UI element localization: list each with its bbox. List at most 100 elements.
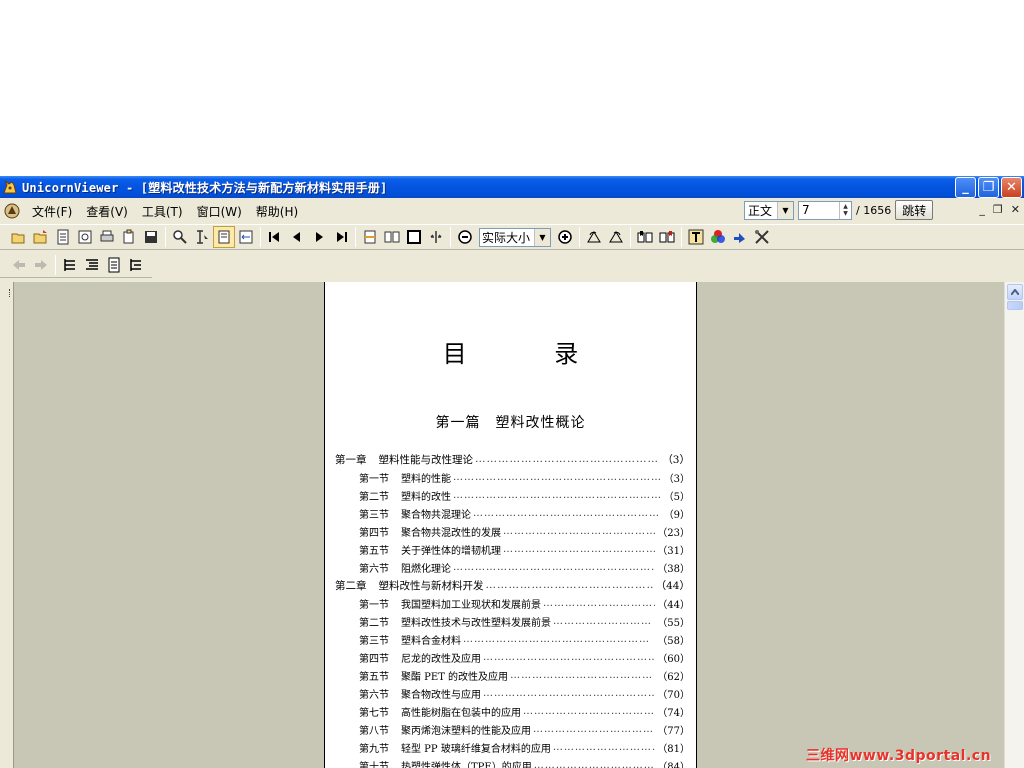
toc-page-number: （38） bbox=[657, 563, 690, 575]
close-button[interactable]: ✕ bbox=[1001, 177, 1022, 198]
content-area: 目 录 第一篇 塑料改性概论 第一章 塑料性能与改性理论…………………………………… bbox=[0, 282, 1024, 768]
spinner-icon[interactable]: ▲ ▼ bbox=[839, 201, 851, 219]
toc-section-row[interactable]: 第九节 轻型 PP 玻璃纤维复合材料的应用………………………… （81） bbox=[335, 738, 690, 756]
first-page-icon[interactable] bbox=[264, 226, 286, 248]
toc-section-row[interactable]: 第八节 聚丙烯泡沫塑料的性能及应用……………………………… （77） bbox=[335, 720, 690, 738]
fit-width-icon[interactable] bbox=[235, 226, 257, 248]
toc-section-row[interactable]: 第三节 聚合物共混理论…………………………………………… （9） bbox=[335, 504, 690, 522]
scroll-up-button[interactable] bbox=[1007, 284, 1023, 300]
capture-icon[interactable] bbox=[74, 226, 96, 248]
zoom-in-plus-icon[interactable] bbox=[554, 226, 576, 248]
toc-leader-dots: …………………………………………… bbox=[473, 507, 660, 519]
toc-page-number: （84） bbox=[657, 761, 690, 768]
document-menu-icon[interactable] bbox=[3, 202, 21, 220]
single-page-icon[interactable] bbox=[359, 226, 381, 248]
outline-collapse-icon[interactable] bbox=[125, 254, 147, 276]
toc-title: 塑料改性与新材料开发 bbox=[378, 579, 484, 592]
bookmark-add-icon[interactable] bbox=[656, 226, 678, 248]
maximize-icon: ❐ bbox=[982, 180, 995, 195]
toc-number: 第六节 bbox=[359, 689, 389, 701]
mdi-restore-icon[interactable]: ❐ bbox=[993, 203, 1003, 216]
page-icon[interactable] bbox=[103, 254, 125, 276]
toc-leader-dots: ………………………………… bbox=[510, 669, 654, 681]
open-folder-icon[interactable] bbox=[30, 226, 52, 248]
toc-section-row[interactable]: 第六节 阻燃化理论…………………………………………………… （38） bbox=[335, 558, 690, 576]
title-bar[interactable]: UnicornViewer - [塑料改性技术方法与新配方新材料实用手册] _ … bbox=[0, 176, 1024, 198]
watermark-text: 三维网www.3dportal.cn bbox=[806, 748, 992, 764]
chevron-down-icon[interactable]: ▼ bbox=[534, 228, 550, 246]
toolbar-separator bbox=[450, 227, 451, 247]
toc-section-row[interactable]: 第二节 塑料改性技术与改性塑料发展前景……………………… （55） bbox=[335, 612, 690, 630]
vertical-scrollbar[interactable] bbox=[1004, 282, 1024, 768]
back-icon[interactable] bbox=[8, 254, 30, 276]
toc-section-row[interactable]: 第二节 塑料的改性…………………………………………………… （5） bbox=[335, 486, 690, 504]
toc-section-row[interactable]: 第十节 热塑性弹性体（TPE）的应用…………………………… （84） bbox=[335, 756, 690, 768]
fit-page-icon[interactable] bbox=[213, 226, 235, 248]
mdi-minimize-icon[interactable]: _ bbox=[979, 203, 985, 216]
full-screen-icon[interactable] bbox=[403, 226, 425, 248]
menu-window[interactable]: 窗口(W) bbox=[190, 203, 249, 220]
prev-page-icon[interactable] bbox=[286, 226, 308, 248]
forward-icon[interactable] bbox=[30, 254, 52, 276]
toc-section-row[interactable]: 第一节 塑料的性能…………………………………………………… （3） bbox=[335, 468, 690, 486]
split-icon[interactable] bbox=[425, 226, 447, 248]
toc-page-number: （3） bbox=[663, 473, 690, 485]
properties-icon[interactable] bbox=[52, 226, 74, 248]
last-page-icon[interactable] bbox=[330, 226, 352, 248]
menu-tools[interactable]: 工具(T) bbox=[135, 203, 190, 220]
toc-leader-dots: …………………………………………… bbox=[463, 633, 650, 645]
menu-file[interactable]: 文件(F) bbox=[25, 203, 79, 220]
toc-page-number: （81） bbox=[657, 743, 690, 755]
tools-icon[interactable] bbox=[729, 226, 751, 248]
toc-title: 聚合物共混改性的发展 bbox=[401, 527, 501, 539]
zoom-out-minus-icon[interactable] bbox=[454, 226, 476, 248]
two-page-icon[interactable] bbox=[381, 226, 403, 248]
text-icon[interactable] bbox=[685, 226, 707, 248]
toc-section-row[interactable]: 第五节 关于弹性体的增韧机理……………………………………… （31） bbox=[335, 540, 690, 558]
text-select-icon[interactable] bbox=[191, 226, 213, 248]
mdi-close-icon[interactable]: ✕ bbox=[1011, 203, 1020, 216]
rotate-left-icon[interactable] bbox=[583, 226, 605, 248]
toolbar-separator bbox=[165, 227, 166, 247]
save-icon[interactable] bbox=[140, 226, 162, 248]
jump-button[interactable]: 跳转 bbox=[895, 200, 934, 220]
zoom-select[interactable]: 实际大小 ▼ bbox=[479, 227, 551, 247]
zoom-in-icon[interactable] bbox=[169, 226, 191, 248]
settings-icon[interactable] bbox=[751, 226, 773, 248]
outline-icon[interactable] bbox=[59, 254, 81, 276]
toc-page-number: （60） bbox=[657, 653, 690, 665]
chevron-down-icon[interactable]: ▼ bbox=[777, 201, 793, 219]
color-icon[interactable] bbox=[707, 226, 729, 248]
document-viewport[interactable]: 目 录 第一篇 塑料改性概论 第一章 塑料性能与改性理论…………………………………… bbox=[15, 282, 1004, 768]
toc-section-row[interactable]: 第五节 聚酯 PET 的改性及应用………………………………… （62） bbox=[335, 666, 690, 684]
maximize-button[interactable]: ❐ bbox=[978, 177, 999, 198]
toc-leader-dots: ………………………………… bbox=[523, 705, 656, 717]
toc-page-number: （74） bbox=[657, 707, 690, 719]
splitter-handle[interactable] bbox=[0, 282, 14, 768]
open-icon[interactable] bbox=[8, 226, 30, 248]
unicorn-app-icon[interactable] bbox=[2, 179, 18, 195]
scroll-thumb[interactable] bbox=[1007, 301, 1023, 310]
rotate-right-icon[interactable] bbox=[605, 226, 627, 248]
bookmark-icon[interactable] bbox=[634, 226, 656, 248]
menu-help[interactable]: 帮助(H) bbox=[249, 203, 305, 220]
minimize-button[interactable]: _ bbox=[955, 177, 976, 198]
total-pages: / 1656 bbox=[856, 203, 892, 217]
toc-chapter-row[interactable]: 第二章 塑料改性与新材料开发……………………………………… （44） bbox=[335, 576, 690, 594]
page-number-input[interactable]: 7 ▲ ▼ bbox=[798, 200, 852, 220]
next-page-icon[interactable] bbox=[308, 226, 330, 248]
view-mode-select[interactable]: 正文 ▼ bbox=[744, 200, 794, 220]
outline-expand-icon[interactable] bbox=[81, 254, 103, 276]
toc-page-number: （44） bbox=[655, 579, 690, 592]
toc-section-row[interactable]: 第四节尼龙的改性及应用………………………………………………（60） bbox=[335, 648, 690, 666]
toc-leader-dots: …………………………… bbox=[543, 597, 656, 609]
print-icon[interactable] bbox=[96, 226, 118, 248]
toc-section-row[interactable]: 第六节聚合物改性与应用………………………………………………（70） bbox=[335, 684, 690, 702]
toc-chapter-row[interactable]: 第一章 塑料性能与改性理论…………………………………………… （3） bbox=[335, 450, 690, 468]
copy-icon[interactable] bbox=[118, 226, 140, 248]
toc-section-row[interactable]: 第四节 聚合物共混改性的发展……………………………………… （23） bbox=[335, 522, 690, 540]
toc-section-row[interactable]: 第一节 我国塑料加工业现状和发展前景…………………………… （44） bbox=[335, 594, 690, 612]
menu-view[interactable]: 查看(V) bbox=[79, 203, 135, 220]
toc-section-row[interactable]: 第七节 高性能树脂在包装中的应用………………………………… （74） bbox=[335, 702, 690, 720]
toc-section-row[interactable]: 第三节 塑料合金材料…………………………………………… （58） bbox=[335, 630, 690, 648]
